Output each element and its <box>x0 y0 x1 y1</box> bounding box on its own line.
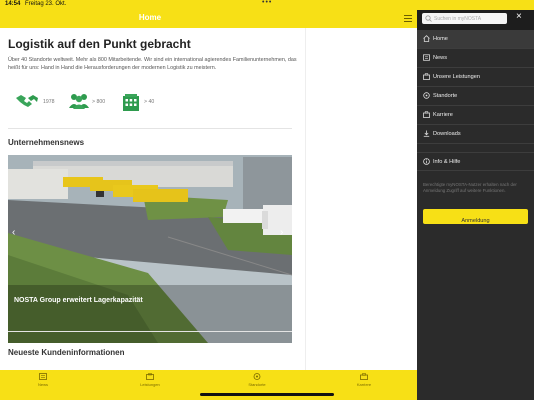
tab-news-label: News <box>37 382 48 387</box>
home-icon <box>423 35 430 42</box>
stat-locations: > 40 <box>121 92 171 112</box>
intro-text: Über 40 Standorte weltweit. Mehr als 800… <box>8 57 297 71</box>
page-title: Logistik auf den Punkt gebracht <box>8 37 191 51</box>
news-icon <box>39 373 47 380</box>
drawer-item-label: Unsere Leistungen <box>433 74 480 80</box>
customer-section-title: Neueste Kundeninformationen <box>8 348 125 357</box>
tab-news[interactable]: News <box>13 373 73 387</box>
drawer-item-label: Downloads <box>433 131 461 137</box>
tab-locations-label: Standorte <box>248 382 266 387</box>
stat-locations-value: > 40 <box>144 99 155 105</box>
career-icon <box>423 111 430 118</box>
tab-career-label: Karriere <box>356 382 372 387</box>
stats-row: 1978 > 800 > 40 <box>15 92 295 112</box>
status-bar: 14:54 Freitag 23. Okt. ••• <box>0 0 534 10</box>
drawer-top-bar: Suchen in myNOSTA × <box>417 10 534 30</box>
multitasking-dots[interactable]: ••• <box>262 0 272 6</box>
people-icon <box>69 94 89 109</box>
carousel-prev-icon[interactable]: ‹ <box>12 227 15 238</box>
page-title-header: Home <box>138 13 162 22</box>
drawer-item-label: Karriere <box>433 112 453 118</box>
building-icon <box>123 94 139 111</box>
news-image <box>8 155 292 343</box>
side-drawer: Suchen in myNOSTA × Home News Unsere Lei… <box>417 10 534 400</box>
login-button[interactable]: Anmeldung <box>423 209 528 224</box>
drawer-item-downloads[interactable]: Downloads <box>417 125 534 144</box>
search-input[interactable]: Suchen in myNOSTA <box>422 13 507 24</box>
news-icon <box>423 54 430 61</box>
handshake-icon <box>16 95 38 107</box>
stat-employees-value: > 800 <box>92 99 106 105</box>
services-icon <box>146 373 154 380</box>
close-icon[interactable]: × <box>516 12 522 22</box>
drawer-item-news[interactable]: News <box>417 49 534 68</box>
drawer-item-info[interactable]: Info & Hilfe <box>417 152 534 171</box>
news-section-title: Unternehmensnews <box>8 138 85 147</box>
drawer-item-label: Info & Hilfe <box>433 159 461 165</box>
drawer-item-label: Standorte <box>433 93 458 99</box>
search-placeholder: Suchen in myNOSTA <box>434 15 482 22</box>
stat-founded-value: 1978 <box>43 99 55 105</box>
status-time: 14:54 <box>5 1 21 7</box>
login-button-label: Anmeldung <box>461 218 490 224</box>
tab-career[interactable]: Karriere <box>334 373 394 387</box>
home-indicator[interactable] <box>200 393 334 396</box>
content-right-area <box>305 28 417 370</box>
download-icon <box>423 130 430 137</box>
tab-locations[interactable]: Standorte <box>227 373 287 387</box>
drawer-item-home[interactable]: Home <box>417 30 534 49</box>
drawer-item-career[interactable]: Karriere <box>417 106 534 125</box>
hamburger-menu-icon[interactable] <box>404 15 412 22</box>
tab-services-label: Leistungen <box>140 382 160 387</box>
location-icon <box>253 373 261 380</box>
stat-founded: 1978 <box>15 92 65 112</box>
tab-services[interactable]: Leistungen <box>120 373 180 387</box>
app-header: Home <box>0 10 417 28</box>
career-icon <box>360 373 368 380</box>
divider <box>8 331 292 332</box>
drawer-item-label: News <box>433 55 447 61</box>
carousel-next-icon[interactable]: › <box>280 227 283 238</box>
drawer-item-services[interactable]: Unsere Leistungen <box>417 68 534 87</box>
stat-employees: > 800 <box>68 92 118 112</box>
status-date: Freitag 23. Okt. <box>25 1 67 7</box>
news-caption[interactable]: NOSTA Group erweitert Lagerkapazität <box>14 297 143 304</box>
info-icon <box>423 158 430 165</box>
main-content: Logistik auf den Punkt gebracht Über 40 … <box>0 28 305 370</box>
divider <box>8 128 292 129</box>
drawer-item-label: Home <box>433 36 448 42</box>
login-hint-text: Berechtigte myNOSTA-Nutzer erhalten nach… <box>423 182 517 193</box>
drawer-item-locations[interactable]: Standorte <box>417 87 534 106</box>
services-icon <box>423 73 430 80</box>
news-carousel[interactable]: ‹ › NOSTA Group erweitert Lagerkapazität <box>8 155 292 343</box>
location-icon <box>423 92 430 99</box>
search-icon <box>425 15 432 22</box>
